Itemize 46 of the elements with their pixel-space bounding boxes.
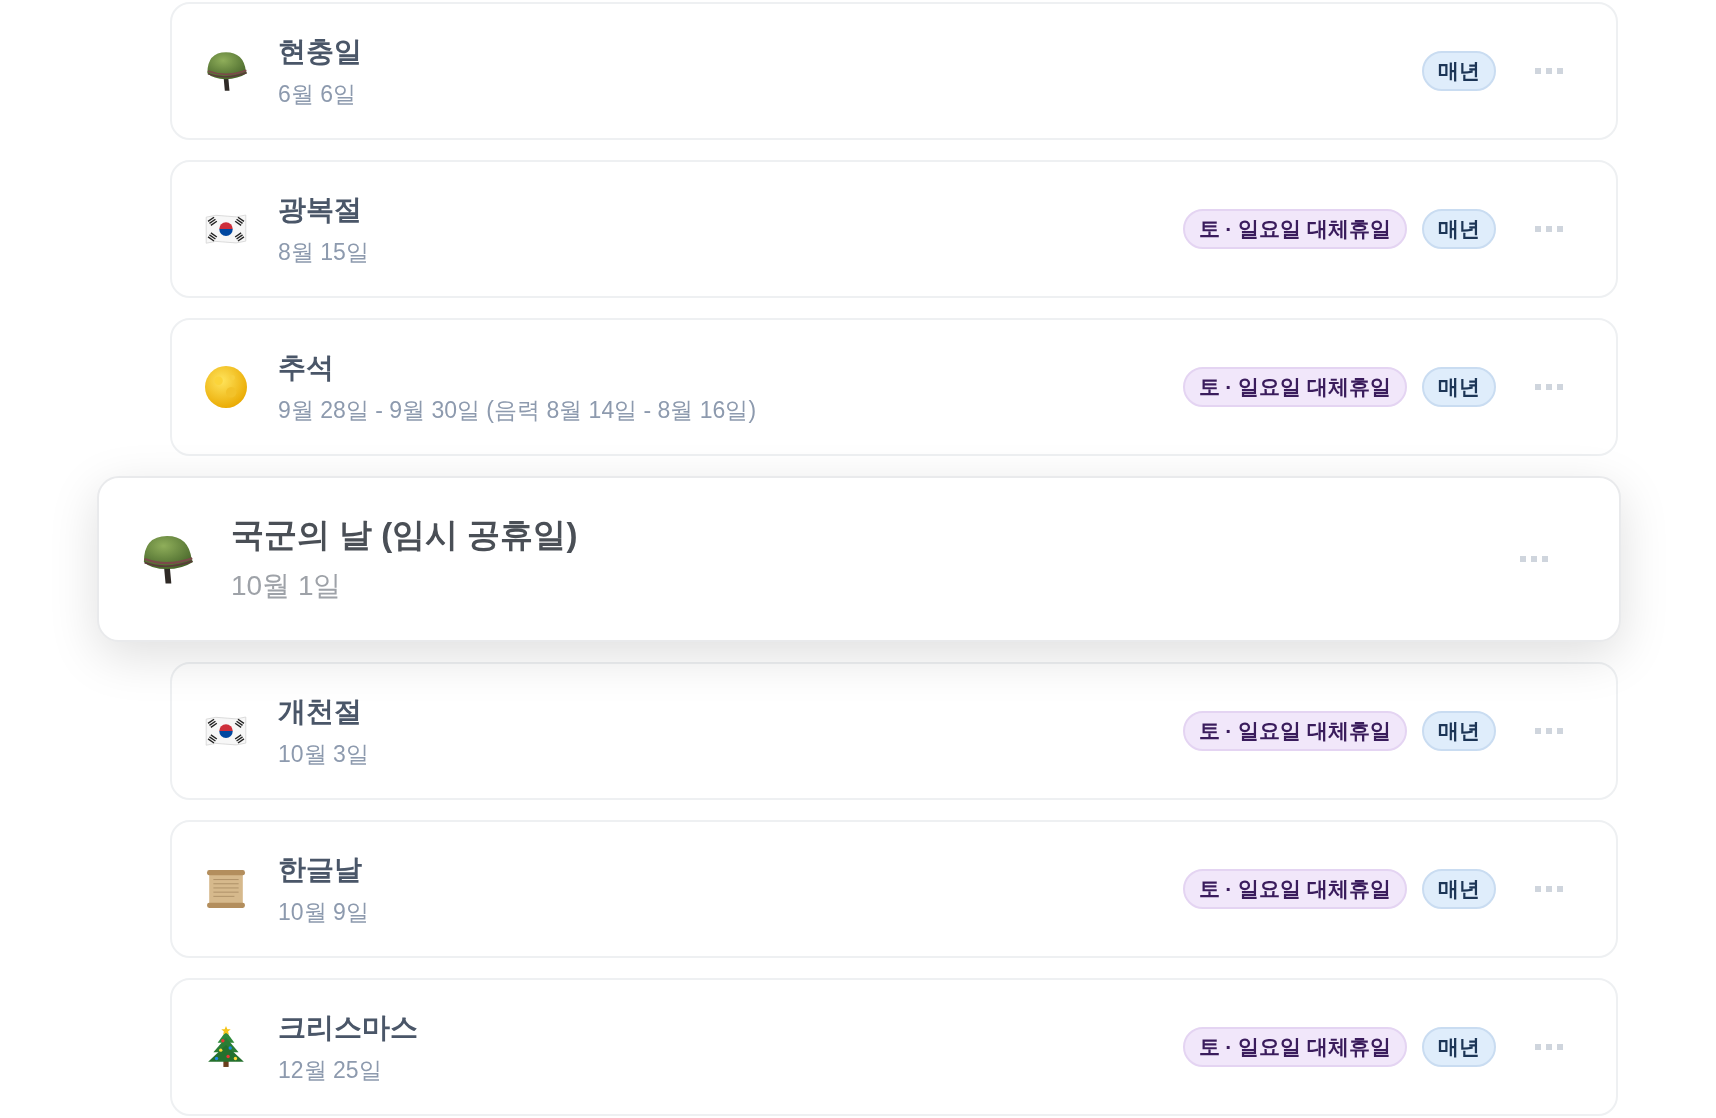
moon-icon bbox=[205, 366, 247, 408]
christmas-tree-icon bbox=[205, 1026, 247, 1068]
holiday-title: 현충일 bbox=[278, 34, 362, 69]
holiday-card[interactable]: 현충일 6월 6일 매년 bbox=[170, 2, 1618, 140]
flag-icon bbox=[205, 715, 247, 747]
substitute-holiday-tag: 토 · 일요일 대체휴일 bbox=[1182, 1027, 1407, 1067]
substitute-holiday-tag: 토 · 일요일 대체휴일 bbox=[1182, 711, 1407, 751]
more-dots-icon bbox=[1535, 226, 1563, 232]
holiday-date: 8월 15일 bbox=[278, 237, 369, 267]
substitute-holiday-tag: 토 · 일요일 대체휴일 bbox=[1182, 367, 1407, 407]
holiday-date: 10월 1일 bbox=[231, 569, 342, 603]
holiday-date: 10월 9일 bbox=[278, 897, 369, 927]
holiday-date: 6월 6일 bbox=[278, 79, 356, 109]
holiday-title: 개천절 bbox=[278, 694, 362, 729]
flag-icon bbox=[205, 213, 247, 245]
holiday-title: 한글날 bbox=[278, 852, 362, 887]
yearly-tag: 매년 bbox=[1422, 51, 1496, 91]
substitute-holiday-tag: 토 · 일요일 대체휴일 bbox=[1182, 209, 1407, 249]
holiday-card[interactable]: 개천절 10월 3일 토 · 일요일 대체휴일 매년 bbox=[170, 662, 1618, 800]
more-dots-icon bbox=[1517, 556, 1551, 562]
more-dots-icon bbox=[1535, 886, 1563, 892]
holiday-title: 추석 bbox=[278, 350, 334, 385]
holiday-card[interactable]: 광복절 8월 15일 토 · 일요일 대체휴일 매년 bbox=[170, 160, 1618, 298]
yearly-tag: 매년 bbox=[1422, 1027, 1496, 1067]
more-dots-icon bbox=[1535, 384, 1563, 390]
holiday-title: 국군의 날 (임시 공휴일) bbox=[231, 515, 578, 555]
holiday-card[interactable]: 한글날 10월 9일 토 · 일요일 대체휴일 매년 bbox=[170, 820, 1618, 958]
helmet-icon bbox=[141, 533, 193, 585]
yearly-tag: 매년 bbox=[1422, 711, 1496, 751]
holiday-card[interactable]: 크리스마스 12월 25일 토 · 일요일 대체휴일 매년 bbox=[170, 978, 1618, 1116]
more-dots-icon bbox=[1535, 728, 1563, 734]
holiday-date: 10월 3일 bbox=[278, 739, 369, 769]
dragged-holiday-card[interactable]: 국군의 날 (임시 공휴일) 10월 1일 bbox=[97, 476, 1621, 642]
holiday-card[interactable]: 추석 9월 28일 - 9월 30일 (음력 8월 14일 - 8월 16일) 토 · 일요일 대체휴일 매년 bbox=[170, 318, 1618, 456]
yearly-tag: 매년 bbox=[1422, 367, 1496, 407]
holiday-title: 광복절 bbox=[278, 192, 362, 227]
holiday-date: 12월 25일 bbox=[278, 1055, 382, 1085]
more-dots-icon bbox=[1535, 68, 1563, 74]
helmet-icon bbox=[205, 50, 247, 92]
holiday-date: 9월 28일 - 9월 30일 (음력 8월 14일 - 8월 16일) bbox=[278, 395, 757, 425]
substitute-holiday-tag: 토 · 일요일 대체휴일 bbox=[1182, 869, 1407, 909]
more-dots-icon bbox=[1535, 1044, 1563, 1050]
yearly-tag: 매년 bbox=[1422, 869, 1496, 909]
scroll-icon bbox=[205, 868, 247, 910]
yearly-tag: 매년 bbox=[1422, 209, 1496, 249]
holiday-title: 크리스마스 bbox=[278, 1010, 418, 1045]
